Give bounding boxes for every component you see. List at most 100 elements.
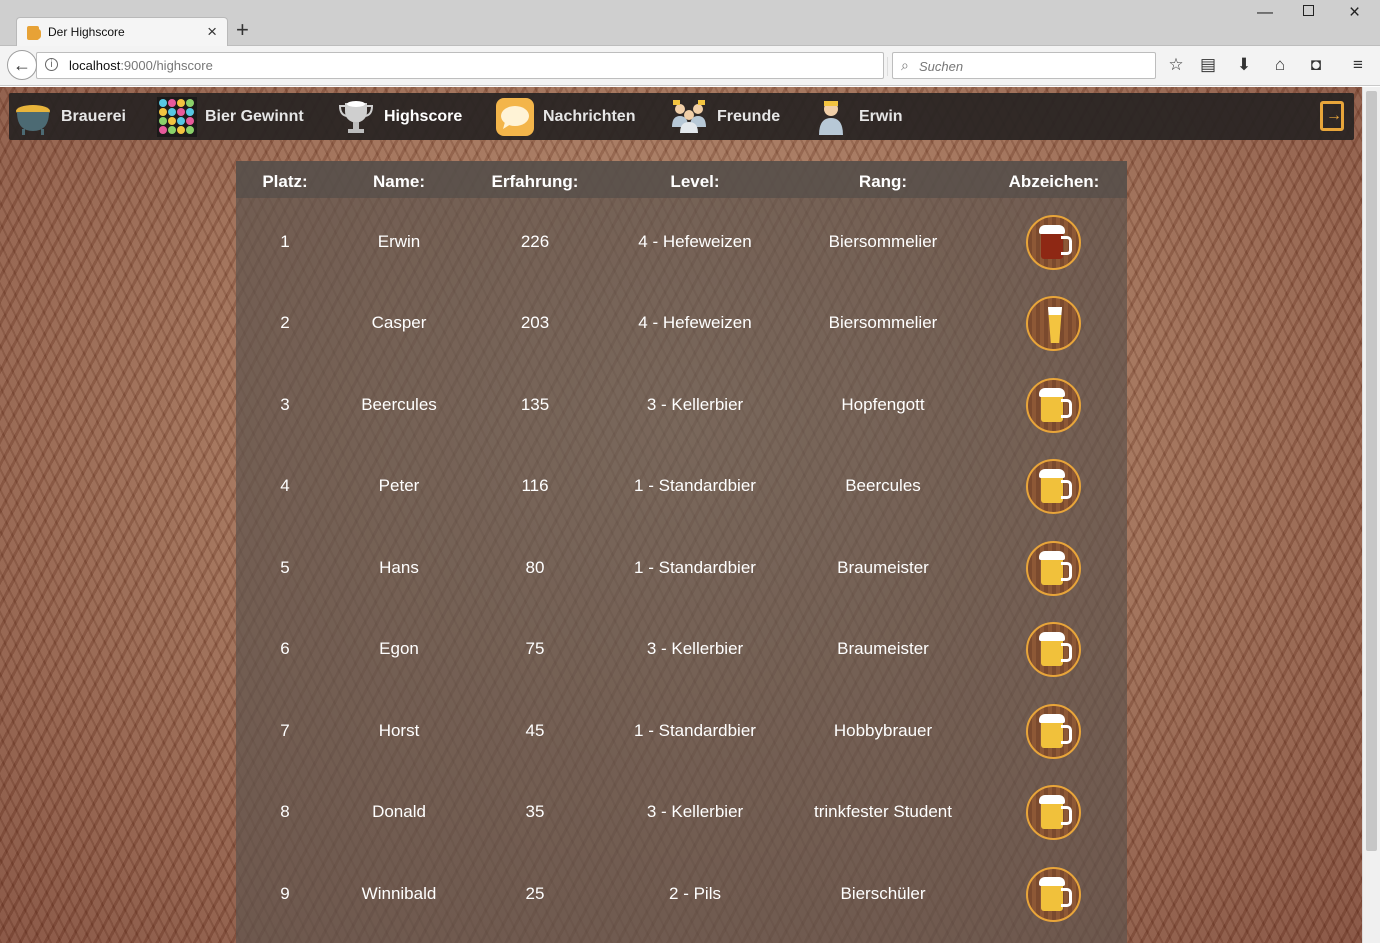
cell-name: Peter [378, 476, 420, 495]
chat-bubble-icon [495, 97, 535, 137]
beer-mug-icon [1026, 867, 1081, 922]
cell-rang: Hobbybrauer [833, 721, 933, 740]
friends-icon [669, 97, 709, 137]
info-icon[interactable]: i [45, 58, 58, 71]
cell-erfahrung: 75 [525, 639, 545, 658]
nav-item-freunde[interactable]: Freunde [669, 93, 780, 140]
cell-rang: Hopfengott [841, 395, 925, 414]
download-icon[interactable]: ⬇ [1234, 55, 1254, 75]
table-row: 3 Beercules 135 3 - Kellerbier Hopfengot… [236, 364, 1127, 445]
cell-rang: Biersommelier [828, 232, 938, 251]
menu-icon[interactable]: ≡ [1348, 55, 1368, 75]
cell-name: Beercules [361, 395, 437, 414]
cell-name: Casper [371, 313, 427, 332]
cell-erfahrung: 226 [520, 232, 550, 251]
url-text[interactable]: localhost:9000/highscore [69, 58, 213, 73]
nav-label-nachrichten: Nachrichten [543, 107, 636, 125]
cell-level: 1 - Standardbier [634, 721, 756, 740]
cell-platz: 4 [280, 476, 290, 495]
user-avatar-icon [811, 97, 851, 137]
bubble-grid-icon [157, 96, 197, 137]
cell-rang: Beercules [845, 476, 921, 495]
beer-favicon-icon [27, 26, 41, 40]
header-abzeichen: Abzeichen: [1008, 172, 1100, 191]
cell-name: Winnibald [361, 884, 437, 903]
header-rang: Rang: [858, 172, 908, 191]
minimize-icon[interactable]: — [1257, 4, 1273, 22]
cell-level: 2 - Pils [669, 884, 721, 903]
nav-label-erwin: Erwin [859, 107, 903, 125]
scrollbar-thumb[interactable] [1366, 91, 1377, 851]
cell-platz: 6 [280, 639, 290, 658]
nav-label-bier-gewinnt: Bier Gewinnt [205, 107, 304, 125]
search-input[interactable]: ⌕ Suchen [892, 52, 1156, 79]
cell-level: 4 - Hefeweizen [638, 232, 752, 251]
nav-item-nachrichten[interactable]: Nachrichten [495, 93, 635, 140]
nav-item-highscore[interactable]: Highscore [336, 93, 462, 140]
back-arrow-icon[interactable]: ← [7, 50, 37, 80]
beer-mug-icon [1026, 622, 1081, 677]
header-erfahrung: Erfahrung: [491, 172, 579, 191]
cell-level: 1 - Standardbier [634, 476, 756, 495]
cell-level: 3 - Kellerbier [646, 395, 744, 414]
cell-erfahrung: 35 [525, 802, 545, 821]
beer-mug-icon [1026, 704, 1081, 759]
cell-erfahrung: 80 [525, 558, 545, 577]
home-icon[interactable]: ⌂ [1270, 55, 1290, 75]
table-row: 5 Hans 80 1 - Standardbier Braumeister [236, 527, 1127, 608]
close-tab-icon[interactable]: × [207, 22, 217, 42]
new-tab-icon[interactable]: + [236, 18, 249, 42]
bookmark-star-icon[interactable]: ☆ [1166, 55, 1186, 75]
beer-mug-icon [1026, 541, 1081, 596]
browser-navbar: i localhost:9000/highscore ↻ ← ⌕ Suchen … [0, 46, 1380, 86]
cell-erfahrung: 203 [520, 313, 550, 332]
browser-titlebar: Der Highscore × + — × [0, 0, 1380, 47]
close-window-icon[interactable]: × [1349, 2, 1360, 24]
beer-mug-icon [1026, 785, 1081, 840]
table-header: Platz: Name: Erfahrung: Level: Rang: Abz… [236, 161, 1127, 198]
wheat-beer-glass-icon [1026, 296, 1081, 351]
table-row: 8 Donald 35 3 - Kellerbier trinkfester S… [236, 771, 1127, 852]
cell-platz: 5 [280, 558, 290, 577]
header-level: Level: [670, 172, 720, 191]
cell-rang: Braumeister [837, 558, 929, 577]
table-row: 6 Egon 75 3 - Kellerbier Braumeister [236, 608, 1127, 689]
cell-platz: 3 [280, 395, 290, 414]
pocket-icon[interactable]: ◘ [1306, 55, 1326, 75]
cell-rang: Bierschüler [840, 884, 926, 903]
cell-rang: trinkfester Student [814, 802, 952, 821]
table-row: 2 Casper 203 4 - Hefeweizen Biersommelie… [236, 282, 1127, 363]
table-row: 9 Winnibald 25 2 - Pils Bierschüler [236, 853, 1127, 934]
cell-name: Horst [378, 721, 420, 740]
tab-title: Der Highscore [48, 25, 125, 39]
maximize-icon[interactable] [1303, 5, 1314, 16]
url-bar[interactable]: i localhost:9000/highscore ↻ [36, 52, 909, 79]
nav-label-brauerei: Brauerei [61, 107, 126, 125]
nav-item-brauerei[interactable]: Brauerei [13, 93, 126, 140]
cell-platz: 2 [280, 313, 290, 332]
highscore-table: Platz: Name: Erfahrung: Level: Rang: Abz… [236, 161, 1127, 943]
nav-item-bier-gewinnt[interactable]: Bier Gewinnt [157, 93, 304, 140]
cell-level: 3 - Kellerbier [646, 802, 744, 821]
cauldron-icon [13, 97, 53, 137]
cell-platz: 7 [280, 721, 290, 740]
cell-name: Erwin [377, 232, 421, 251]
app-navigation: Brauerei Bier Gewinnt Highscore Nachrich… [9, 93, 1354, 140]
logout-icon[interactable]: → [1320, 101, 1344, 131]
table-row: 4 Peter 116 1 - Standardbier Beercules [236, 445, 1127, 526]
cell-level: 1 - Standardbier [634, 558, 756, 577]
trophy-icon [336, 97, 376, 137]
cell-name: Donald [372, 802, 426, 821]
header-name: Name: [373, 172, 425, 191]
page-scrollbar[interactable] [1362, 87, 1380, 943]
nav-item-erwin[interactable]: Erwin [811, 93, 903, 140]
browser-tab[interactable]: Der Highscore × [16, 17, 228, 47]
nav-label-highscore: Highscore [384, 107, 463, 125]
reader-list-icon[interactable]: ▤ [1198, 55, 1218, 75]
cell-rang: Braumeister [837, 639, 929, 658]
table-row: 1 Erwin 226 4 - Hefeweizen Biersommelier [236, 201, 1127, 282]
cell-erfahrung: 116 [521, 476, 549, 495]
beer-mug-icon [1026, 459, 1081, 514]
cell-platz: 8 [280, 802, 290, 821]
cell-erfahrung: 45 [525, 721, 545, 740]
